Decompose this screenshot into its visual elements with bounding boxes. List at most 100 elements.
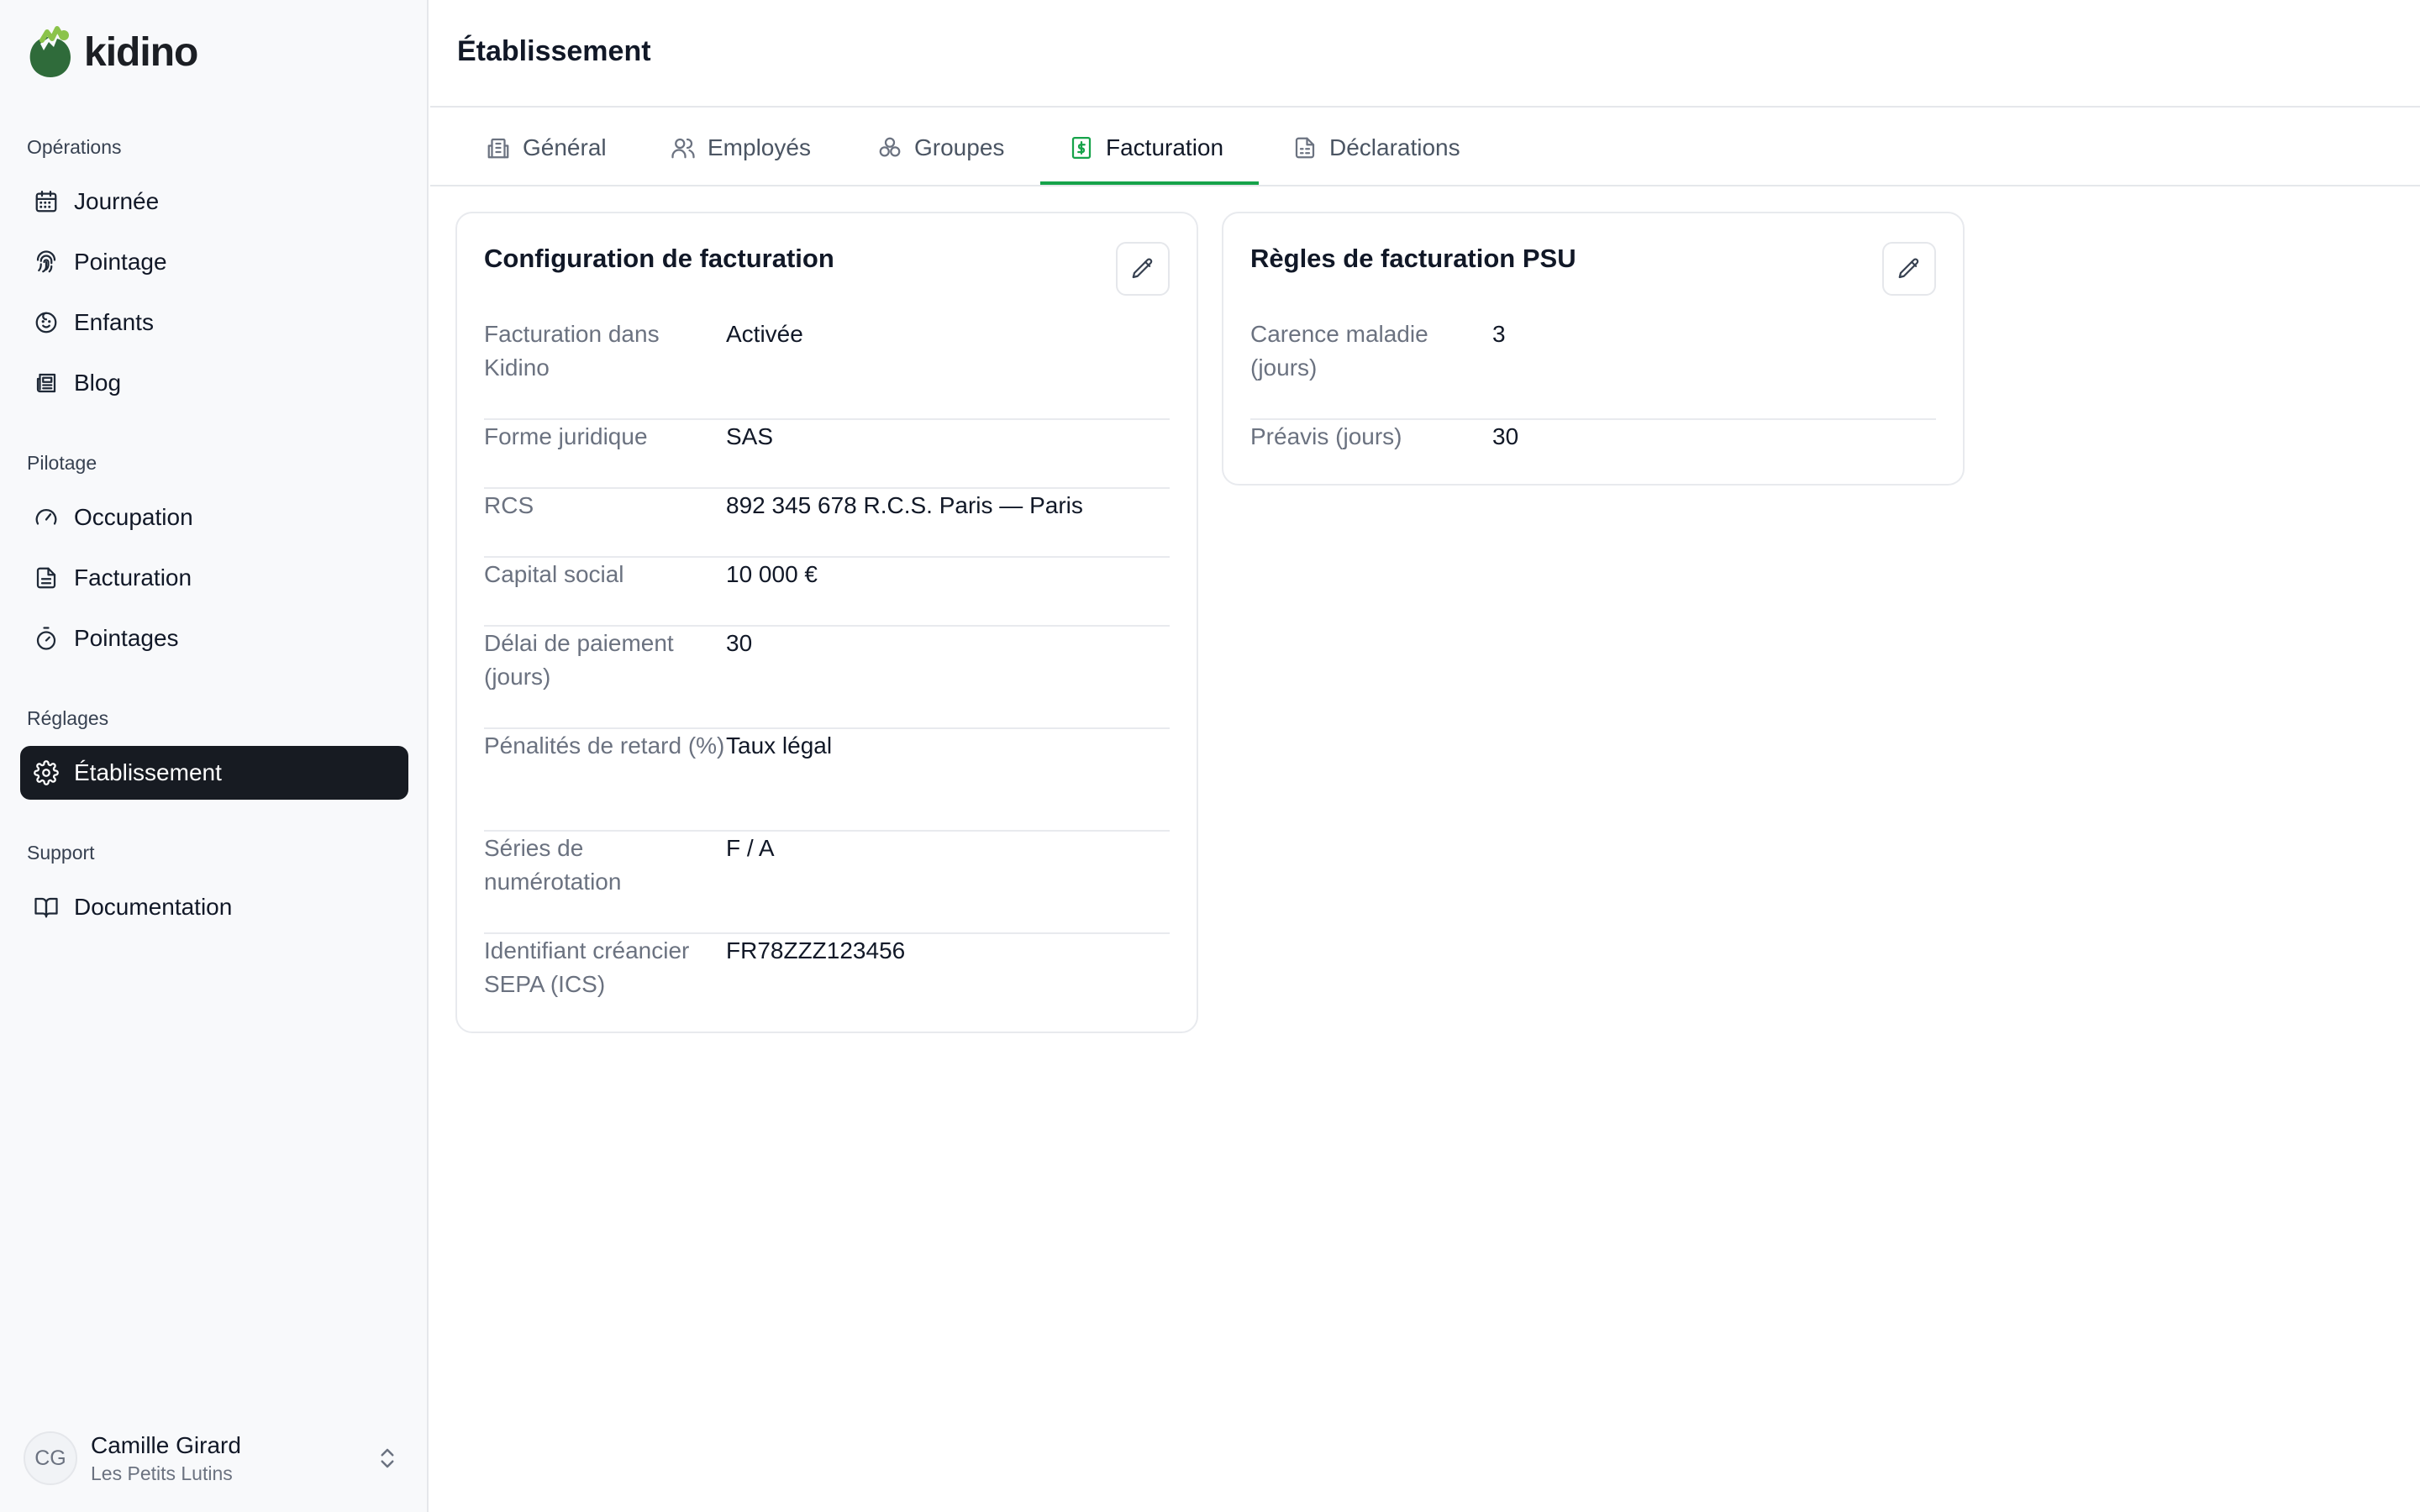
field-label: Séries de numérotation — [484, 835, 622, 895]
tab-label: Déclarations — [1329, 134, 1460, 160]
field-value: 30 — [1492, 423, 1519, 449]
building-icon — [487, 138, 509, 159]
tab-groupes[interactable]: Groupes — [876, 109, 1006, 186]
sidebar-item-label: Occupation — [74, 504, 193, 530]
list-item: Carence maladie (jours) 3 — [1250, 318, 1936, 420]
baby-face-icon — [35, 312, 57, 333]
sidebar-item-etablissement[interactable]: Établissement — [20, 746, 408, 800]
fingerprint-icon — [36, 250, 56, 273]
card-title: Configuration de facturation — [484, 244, 834, 273]
chevrons-up-down-icon — [381, 1448, 394, 1468]
pencil-icon — [1898, 258, 1919, 279]
sidebar-item-label: Blog — [74, 370, 122, 396]
active-tab-indicator — [1040, 181, 1259, 185]
edit-billing-config-button[interactable] — [1116, 242, 1170, 296]
psu-rules-card: Règles de facturation PSU Carence maladi… — [1222, 212, 1965, 486]
sidebar-item-label: Établissement — [74, 759, 222, 785]
field-label: Carence maladie (jours) — [1250, 321, 1428, 381]
edit-psu-rules-button[interactable] — [1882, 242, 1936, 296]
sidebar-item-documentation[interactable]: Documentation — [20, 880, 408, 934]
avatar: CG — [24, 1431, 77, 1485]
sidebar-item-occupation[interactable]: Occupation — [20, 491, 408, 544]
sidebar-item-facturation[interactable]: Facturation — [20, 551, 408, 605]
sidebar-item-label: Documentation — [74, 894, 233, 920]
file-icon — [1295, 137, 1315, 159]
list-item: Capital social 10 000 € — [484, 558, 1170, 627]
sidebar-item-enfants[interactable]: Enfants — [20, 296, 408, 349]
kidino-logo-icon — [29, 26, 71, 77]
list-item: Délai de paiement (jours) 30 — [484, 627, 1170, 729]
sidebar-item-journee[interactable]: Journée — [20, 175, 408, 228]
pencil-icon — [1132, 258, 1153, 279]
page-header: Établissement — [430, 0, 2420, 108]
sidebar-item-label: Journée — [74, 188, 160, 214]
field-label: Facturation dans Kidino — [484, 321, 660, 381]
field-value: FR78ZZZ123456 — [726, 937, 906, 963]
card-title: Règles de facturation PSU — [1250, 244, 1576, 273]
nav-section-operations: Opérations — [27, 136, 122, 158]
nav-section-pilotage: Pilotage — [27, 452, 97, 474]
tab-employes[interactable]: Employés — [669, 109, 813, 186]
users-icon — [671, 138, 695, 159]
list-item: Préavis (jours) 30 — [1250, 420, 1936, 489]
user-name: Camille Girard — [91, 1431, 241, 1458]
groups-icon — [879, 137, 901, 157]
field-label: Préavis (jours) — [1250, 423, 1402, 449]
field-label: Délai de paiement (jours) — [484, 630, 674, 690]
field-value: Activée — [726, 321, 803, 347]
field-label: Capital social — [484, 561, 624, 587]
list-item: Facturation dans Kidino Activée — [484, 318, 1170, 420]
list-item: Séries de numérotation F / A — [484, 832, 1170, 934]
gauge-icon — [35, 509, 57, 525]
sidebar-item-label: Pointages — [74, 625, 179, 651]
list-item: Identifiant créancier SEPA (ICS) FR78ZZZ… — [484, 934, 1170, 1037]
tab-declarations[interactable]: Déclarations — [1291, 109, 1462, 186]
field-label: Pénalités de retard (%) — [484, 732, 725, 759]
field-label: Identifiant créancier SEPA (ICS) — [484, 937, 690, 997]
newspaper-icon — [36, 373, 56, 393]
field-value: Taux légal — [726, 732, 833, 759]
field-value: 3 — [1492, 321, 1506, 347]
psu-rules-list: Carence maladie (jours) 3 Préavis (jours… — [1250, 318, 1936, 489]
sidebar-item-label: Pointage — [74, 249, 167, 275]
tab-facturation[interactable]: Facturation — [1067, 109, 1225, 186]
user-menu[interactable]: CG Camille Girard Les Petits Lutins — [20, 1426, 408, 1490]
sidebar-item-pointages[interactable]: Pointages — [20, 612, 408, 665]
page-title: Établissement — [457, 35, 651, 67]
field-value: F / A — [726, 835, 775, 861]
list-item: RCS 892 345 678 R.C.S. Paris — Paris — [484, 489, 1170, 558]
field-value: 10 000 € — [726, 561, 818, 587]
list-item: Pénalités de retard (%) Taux légal — [484, 729, 1170, 832]
field-value: 30 — [726, 630, 753, 656]
document-icon — [36, 567, 56, 589]
book-icon — [34, 897, 58, 918]
brand[interactable]: kidino — [25, 25, 198, 79]
nav-section-reglages: Réglages — [27, 707, 109, 729]
sidebar-item-label: Enfants — [74, 309, 154, 335]
field-value: 892 345 678 R.C.S. Paris — Paris — [726, 492, 1083, 518]
billing-config-card: Configuration de facturation Facturation… — [455, 212, 1198, 1033]
gear-icon — [34, 760, 59, 785]
nav-section-support: Support — [27, 842, 95, 864]
field-value: SAS — [726, 423, 774, 449]
user-info: Camille Girard Les Petits Lutins — [91, 1432, 241, 1485]
field-label: Forme juridique — [484, 423, 648, 449]
sidebar-item-blog[interactable]: Blog — [20, 356, 408, 410]
list-item: Forme juridique SAS — [484, 420, 1170, 489]
tab-label: Général — [523, 134, 607, 160]
tab-label: Employés — [708, 134, 811, 160]
sidebar-item-label: Facturation — [74, 564, 192, 591]
dollar-document-icon — [1071, 137, 1092, 159]
tab-general[interactable]: Général — [484, 109, 608, 186]
tab-label: Groupes — [914, 134, 1005, 160]
billing-config-list: Facturation dans Kidino Activée Forme ju… — [484, 318, 1170, 1037]
tab-label: Facturation — [1106, 134, 1224, 160]
tab-bar: Général Employés Groupes Facturation Déc… — [430, 109, 2420, 186]
calendar-icon — [35, 191, 57, 213]
user-organization: Les Petits Lutins — [91, 1462, 233, 1484]
stopwatch-icon — [36, 627, 56, 650]
brand-name: kidino — [84, 29, 198, 75]
sidebar-item-pointage[interactable]: Pointage — [20, 235, 408, 289]
field-label: RCS — [484, 492, 534, 518]
sidebar: kidino Opérations Journée Pointage Enfan… — [0, 0, 429, 1512]
